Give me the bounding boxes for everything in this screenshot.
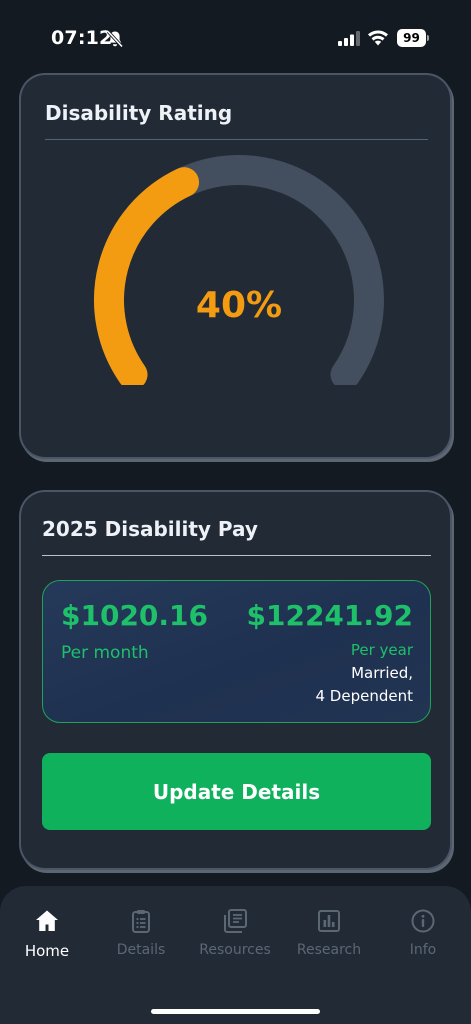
tab-resources[interactable]: Resources [188, 908, 282, 968]
rating-card-title: Disability Rating [45, 101, 233, 125]
pay-card-title: 2025 Disability Pay [42, 517, 258, 541]
rating-card-divider [45, 139, 428, 140]
tab-details[interactable]: Details [94, 908, 188, 968]
yearly-amount: $12241.92 [246, 599, 414, 632]
info-icon [411, 909, 435, 933]
bar-chart-icon [318, 910, 340, 932]
battery-tip [427, 35, 429, 41]
signal-icon [338, 31, 360, 46]
disability-rating-card: Disability Rating 40% [19, 73, 452, 459]
bell-slash-icon [106, 30, 124, 48]
rating-value: 40% [195, 285, 283, 326]
tab-info[interactable]: Info [376, 908, 470, 968]
tab-home-label: Home [24, 942, 70, 960]
tab-details-label: Details [116, 942, 166, 958]
pay-summary-box: $1020.16 Per month $12241.92 Per year Ma… [42, 580, 431, 723]
tab-research[interactable]: Research [282, 908, 376, 968]
status-time: 07:12 [51, 27, 113, 49]
battery-level: 99 [397, 29, 426, 47]
tab-resources-label: Resources [199, 942, 271, 958]
tab-research-label: Research [296, 942, 362, 958]
home-indicator [151, 1009, 320, 1014]
wifi-icon [368, 30, 388, 46]
disability-pay-card: 2025 Disability Pay $1020.16 Per month $… [19, 490, 452, 870]
documents-icon [224, 909, 247, 933]
update-details-button[interactable]: Update Details [42, 753, 431, 830]
tab-home[interactable]: Home [0, 908, 94, 968]
rating-gauge: 40% [89, 155, 389, 390]
bottom-tab-bar: Home Details Resources Research Info [0, 886, 471, 1024]
monthly-label: Per month [61, 643, 149, 663]
clipboard-icon [132, 910, 150, 933]
yearly-label: Per year [350, 641, 413, 659]
rating-gauge-svg [94, 155, 384, 390]
status-bar: 07:12 99 [0, 0, 471, 72]
tab-info-label: Info [409, 942, 437, 958]
pay-card-divider [42, 555, 431, 556]
monthly-amount: $1020.16 [61, 599, 209, 632]
battery-icon: 99 [397, 29, 429, 47]
home-icon [36, 910, 58, 931]
marital-status: Married, [351, 664, 413, 682]
gauge-fill [94, 167, 200, 390]
dependents-count: 4 Dependent [315, 687, 414, 705]
